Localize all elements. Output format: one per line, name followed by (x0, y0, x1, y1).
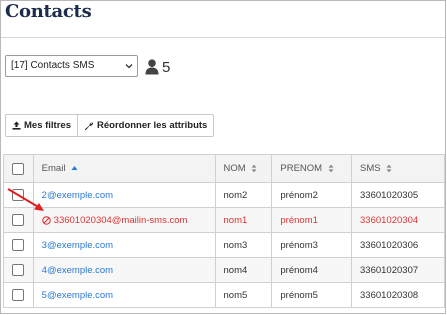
user-icon (145, 59, 159, 75)
row-checkbox[interactable] (12, 239, 25, 251)
sms-cell: 33601020307 (351, 257, 445, 283)
nom-cell: nom5 (214, 282, 273, 308)
row-select-cell (3, 282, 34, 308)
row-select-cell (3, 207, 34, 233)
sort-icon (251, 164, 257, 173)
table-row-error[interactable]: 33601020304@mailin-sms.com nom1 prénom1 … (3, 207, 445, 233)
row-select-cell (3, 232, 34, 258)
prenom-cell: prénom1 (271, 207, 353, 233)
prenom-cell: prénom5 (271, 282, 353, 308)
reorder-attributes-button[interactable]: Réordonner les attributs (78, 114, 215, 137)
table-header-row: Email NOM PRENOM SMS (3, 154, 445, 183)
table-row[interactable]: 4@exemple.com nom4 prénom4 33601020307 (3, 257, 445, 283)
prenom-cell: prénom3 (271, 232, 353, 258)
blocked-icon (41, 215, 51, 225)
sort-icon (386, 164, 392, 173)
email-cell: 4@exemple.com (32, 257, 216, 283)
contact-count: 5 (145, 57, 170, 77)
sms-cell: 33601020304 (351, 207, 445, 233)
column-header-nom-label: NOM (223, 163, 246, 174)
nom-cell: nom3 (214, 232, 273, 258)
upload-icon (12, 121, 21, 130)
reorder-attributes-label: Réordonner les attributs (97, 120, 208, 131)
contact-count-value: 5 (162, 58, 171, 76)
email-cell: 5@exemple.com (32, 282, 216, 308)
column-header-prenom-label: PRENOM (280, 163, 323, 174)
contacts-panel: Contacts [17] Contacts SMS 5 Mes filtres… (0, 0, 446, 314)
email-link[interactable]: 3@exemple.com (42, 240, 113, 251)
email-cell: 33601020304@mailin-sms.com (32, 207, 216, 233)
page-title: Contacts (5, 1, 92, 22)
column-header-nom[interactable]: NOM (214, 154, 273, 183)
contacts-table: Email NOM PRENOM SMS 2@exemple.com nom2 … (3, 154, 445, 308)
sms-cell: 33601020305 (351, 182, 445, 208)
row-select-cell (3, 182, 34, 208)
prenom-cell: prénom4 (271, 257, 353, 283)
select-all-checkbox[interactable] (12, 162, 25, 175)
row-checkbox[interactable] (12, 289, 25, 301)
column-header-email-label: Email (41, 163, 66, 174)
column-header-sms-label: SMS (360, 163, 381, 174)
email-link[interactable]: 4@exemple.com (42, 265, 113, 276)
my-filters-button[interactable]: Mes filtres (5, 114, 78, 137)
sms-cell: 33601020308 (351, 282, 445, 308)
prenom-cell: prénom2 (271, 182, 353, 208)
table-row[interactable]: 5@exemple.com nom5 prénom5 33601020308 (3, 282, 445, 308)
wrench-icon (84, 121, 94, 130)
sort-asc-icon (71, 166, 78, 171)
email-link[interactable]: 33601020304@mailin-sms.com (54, 215, 188, 226)
sms-cell: 33601020306 (351, 232, 445, 258)
nom-cell: nom4 (214, 257, 273, 283)
select-all-header (3, 154, 34, 183)
chevron-down-icon (125, 64, 133, 69)
nom-cell: nom2 (214, 182, 273, 208)
email-link[interactable]: 5@exemple.com (42, 290, 113, 301)
email-link[interactable]: 2@exemple.com (42, 190, 113, 201)
table-row[interactable]: 3@exemple.com nom3 prénom3 33601020306 (3, 232, 445, 258)
title-divider (1, 37, 445, 38)
sort-icon (328, 164, 334, 173)
column-header-sms[interactable]: SMS (351, 154, 445, 183)
nom-cell: nom1 (214, 207, 273, 233)
column-header-prenom[interactable]: PRENOM (271, 154, 353, 183)
email-cell: 3@exemple.com (32, 232, 216, 258)
toolbar: Mes filtres Réordonner les attributs (5, 114, 215, 137)
table-row[interactable]: 2@exemple.com nom2 prénom2 33601020305 (3, 182, 445, 208)
row-checkbox[interactable] (12, 264, 25, 276)
contact-list-select[interactable]: [17] Contacts SMS (5, 55, 138, 77)
my-filters-label: Mes filtres (24, 120, 71, 131)
row-checkbox[interactable] (12, 214, 25, 226)
column-header-email[interactable]: Email (32, 154, 216, 183)
row-checkbox[interactable] (12, 189, 25, 201)
contact-list-select-value: [17] Contacts SMS (11, 60, 95, 71)
row-select-cell (3, 257, 34, 283)
email-cell: 2@exemple.com (32, 182, 216, 208)
